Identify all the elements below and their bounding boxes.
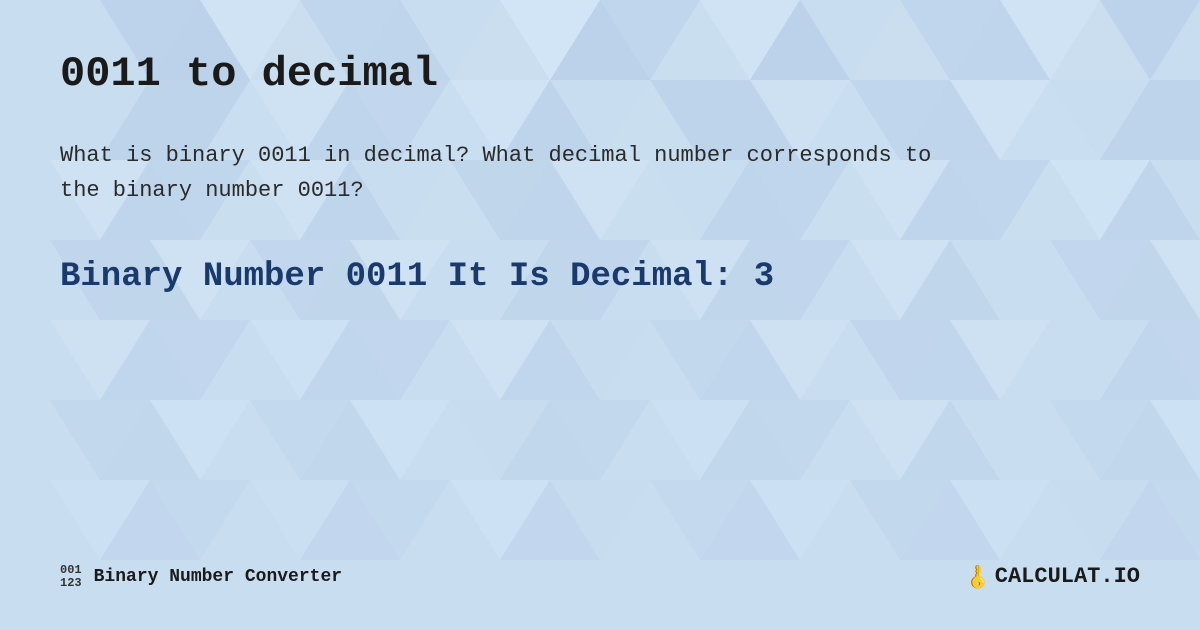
binary-icon-top: 001 (60, 564, 82, 577)
binary-icon-bottom: 123 (60, 577, 82, 590)
key-icon: 🔑 (962, 561, 993, 592)
binary-icon: 001 123 (60, 564, 82, 590)
footer-logo: 🔑 CALCULAT.IO (966, 564, 1140, 589)
brand-name: Binary Number Converter (94, 567, 342, 587)
main-content: 0011 to decimal What is binary 0011 in d… (60, 50, 1140, 544)
footer: 001 123 Binary Number Converter 🔑 CALCUL… (60, 544, 1140, 590)
description-text: What is binary 0011 in decimal? What dec… (60, 138, 960, 208)
logo-text: CALCULAT.IO (995, 564, 1140, 589)
result-section: Binary Number 0011 It Is Decimal: 3 (60, 258, 1140, 296)
result-text: Binary Number 0011 It Is Decimal: 3 (60, 258, 1140, 296)
footer-brand: 001 123 Binary Number Converter (60, 564, 342, 590)
calculat-logo: 🔑 CALCULAT.IO (966, 564, 1140, 589)
description-part1: What is binary 0011 in decimal? (60, 143, 469, 168)
page-title: 0011 to decimal (60, 50, 1140, 98)
